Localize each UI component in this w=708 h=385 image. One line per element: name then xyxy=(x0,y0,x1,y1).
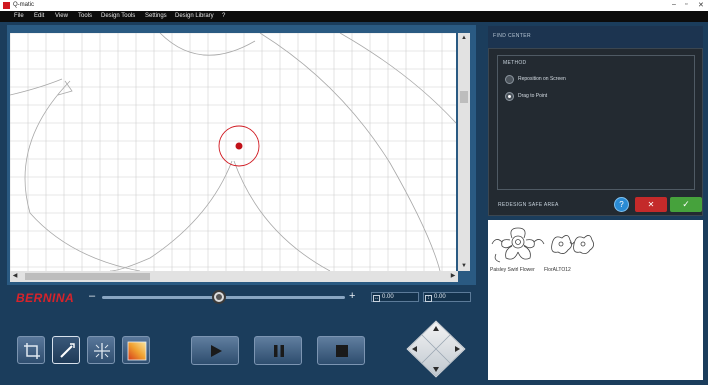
scroll-left-arrow-icon[interactable]: ◀ xyxy=(10,271,20,282)
help-button[interactable]: ? xyxy=(614,197,629,212)
horizontal-scrollbar[interactable]: ◀ ▶ xyxy=(10,271,458,282)
radio-icon[interactable] xyxy=(505,75,514,84)
library-item[interactable]: Paisley Swirl Flower xyxy=(490,224,546,276)
library-item[interactable]: FlorALTO12 xyxy=(544,224,600,276)
y-coordinate-value: 0.00 xyxy=(434,294,446,300)
minimize-button[interactable]: – xyxy=(672,1,676,8)
menu-design-tools[interactable]: Design Tools xyxy=(101,13,135,19)
needle-icon xyxy=(60,343,75,358)
canvas-drawing xyxy=(10,33,456,271)
y-axis-icon: ↕ xyxy=(425,295,432,302)
menu-help[interactable]: ? xyxy=(222,13,225,19)
x-coordinate-field[interactable]: ↔ 0.00 xyxy=(371,292,419,302)
x-coordinate-value: 0.00 xyxy=(382,294,394,300)
cancel-button[interactable]: ✕ xyxy=(635,197,667,212)
y-coordinate-field[interactable]: ↕ 0.00 xyxy=(423,292,471,302)
menu-view[interactable]: View xyxy=(55,13,68,19)
zoom-slider-handle[interactable] xyxy=(211,290,226,304)
library-item-caption: FlorALTO12 xyxy=(544,267,571,273)
center-tool-button[interactable] xyxy=(87,336,115,364)
option-label: Drag to Point xyxy=(518,93,548,99)
library-item-caption: Paisley Swirl Flower xyxy=(490,267,535,273)
design-library: Paisley Swirl Flower FlorALTO12 xyxy=(488,220,703,380)
zoom-in-button[interactable]: + xyxy=(349,290,355,302)
menu-bar: File Edit View Tools Design Tools Settin… xyxy=(0,11,708,22)
title-bar: Q-matic – ▫ ✕ xyxy=(0,0,708,11)
pause-icon xyxy=(274,345,284,357)
maximize-button[interactable]: ▫ xyxy=(685,1,687,8)
play-icon xyxy=(211,345,222,357)
center-icon xyxy=(94,343,110,359)
vertical-scrollbar[interactable]: ▲ ▼ xyxy=(458,33,470,271)
crop-tool-button[interactable] xyxy=(17,336,45,364)
scroll-down-arrow-icon[interactable]: ▼ xyxy=(458,261,470,271)
canvas-grid xyxy=(10,33,456,271)
floral-thumbnail-icon xyxy=(551,235,594,254)
zoom-out-button[interactable]: – xyxy=(89,290,95,302)
center-target-dot xyxy=(235,142,243,150)
vertical-scroll-thumb[interactable] xyxy=(460,91,468,103)
play-button[interactable] xyxy=(191,336,239,365)
menu-edit[interactable]: Edit xyxy=(34,13,44,19)
direction-pad-icon xyxy=(406,320,466,378)
method-label: METHOD xyxy=(503,60,527,66)
menu-file[interactable]: File xyxy=(14,13,24,19)
find-center-panel: METHOD Reposition on Screen Drag to Poin… xyxy=(488,48,703,216)
quilt-design-lines xyxy=(10,33,456,271)
method-group: METHOD Reposition on Screen Drag to Poin… xyxy=(497,55,695,190)
needle-tool-button[interactable] xyxy=(52,336,80,364)
color-tool-button[interactable] xyxy=(122,336,150,364)
menu-settings[interactable]: Settings xyxy=(145,13,167,19)
x-axis-icon: ↔ xyxy=(373,295,380,302)
crop-icon xyxy=(24,343,40,359)
horizontal-scroll-thumb[interactable] xyxy=(25,273,150,280)
paisley-flower-thumbnail-icon xyxy=(491,227,545,263)
confirm-button[interactable]: ✓ xyxy=(670,197,702,212)
direction-pad[interactable] xyxy=(406,320,466,378)
panel-title: FIND CENTER xyxy=(493,33,532,39)
option-label: Reposition on Screen xyxy=(518,76,566,82)
app-window: Q-matic – ▫ ✕ File Edit View Tools Desig… xyxy=(0,0,708,385)
radio-selected-icon[interactable] xyxy=(505,92,514,101)
brand-logo: BERNINA xyxy=(16,291,75,305)
pause-button[interactable] xyxy=(254,336,302,365)
app-icon xyxy=(3,2,10,9)
design-canvas[interactable] xyxy=(10,33,456,271)
menu-design-library[interactable]: Design Library xyxy=(175,13,214,19)
menu-tools[interactable]: Tools xyxy=(78,13,92,19)
close-button[interactable]: ✕ xyxy=(698,1,704,9)
gradient-icon xyxy=(127,341,147,361)
safe-area-label: REDESIGN SAFE AREA xyxy=(498,202,559,208)
scroll-up-arrow-icon[interactable]: ▲ xyxy=(458,33,470,43)
stop-button[interactable] xyxy=(317,336,365,365)
stop-icon xyxy=(336,345,348,357)
scroll-right-arrow-icon[interactable]: ▶ xyxy=(448,271,458,282)
panel-header: FIND CENTER xyxy=(488,26,703,48)
window-title: Q-matic xyxy=(13,2,34,8)
